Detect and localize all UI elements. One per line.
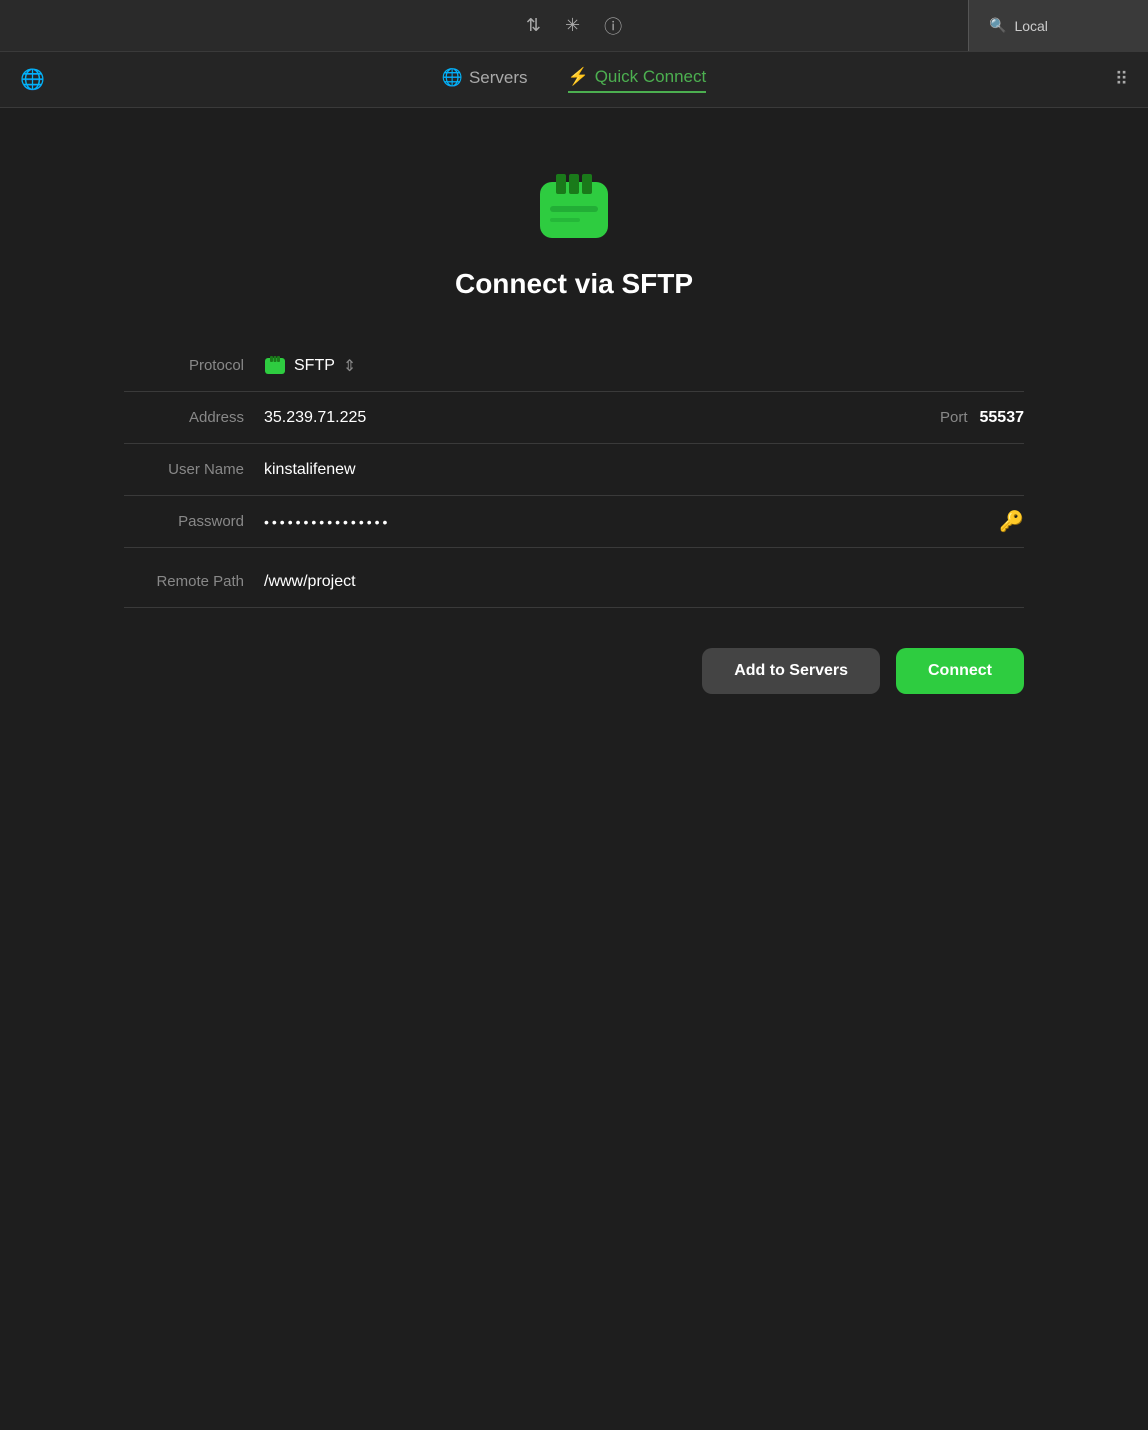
add-to-servers-button[interactable]: Add to Servers <box>702 648 880 694</box>
quick-connect-tab-label: Quick Connect <box>595 67 707 87</box>
address-value: Port 55537 <box>264 409 1024 427</box>
username-input[interactable] <box>264 461 1024 479</box>
tab-quick-connect[interactable]: ⚡ Quick Connect <box>568 67 707 93</box>
address-input[interactable] <box>264 409 930 427</box>
password-value: •••••••••••••••• 🔑 <box>264 514 1024 530</box>
sftp-icon <box>534 168 614 248</box>
remote-path-row: Remote Path <box>124 556 1024 608</box>
remote-path-value <box>264 573 1024 591</box>
lightning-icon: ⚡ <box>568 67 589 87</box>
titlebar: ⇅ ✳ ⓘ 🔍 Local <box>0 0 1148 52</box>
tabbar: 🌐 🌐 Servers ⚡ Quick Connect ⠿ <box>0 52 1148 108</box>
connect-button[interactable]: Connect <box>896 648 1024 694</box>
sftp-icon-wrapper <box>534 168 614 248</box>
grid-icon[interactable]: ⠿ <box>1115 69 1128 90</box>
key-icon[interactable]: 🔑 <box>999 509 1024 534</box>
local-search-icon: 🔍 <box>989 17 1006 34</box>
remote-path-input[interactable] <box>264 573 1024 591</box>
tab-servers[interactable]: 🌐 Servers <box>442 68 528 92</box>
password-dots: •••••••••••••••• <box>264 514 390 530</box>
port-label: Port <box>940 409 968 426</box>
password-row: Password •••••••••••••••• 🔑 <box>124 496 1024 548</box>
spinner-icon[interactable]: ✳ <box>565 15 580 36</box>
protocol-stepper[interactable]: ⇕ <box>343 356 356 376</box>
username-row: User Name <box>124 444 1024 496</box>
username-label: User Name <box>124 461 264 478</box>
transfer-icon[interactable]: ⇅ <box>526 15 541 36</box>
form-container: Protocol SFTP ⇕ Address <box>124 340 1024 608</box>
local-dropdown[interactable]: 🔍 Local <box>968 0 1148 51</box>
main-content: Connect via SFTP Protocol SFTP ⇕ <box>0 108 1148 754</box>
address-row: Address Port 55537 <box>124 392 1024 444</box>
address-label: Address <box>124 409 264 426</box>
protocol-name-value: SFTP <box>294 357 335 375</box>
protocol-value: SFTP ⇕ <box>264 355 1024 377</box>
protocol-label: Protocol <box>124 357 264 374</box>
servers-globe-icon: 🌐 <box>442 68 463 88</box>
password-label: Password <box>124 513 264 530</box>
remote-path-label: Remote Path <box>124 573 264 590</box>
info-icon[interactable]: ⓘ <box>604 13 622 39</box>
tab-group: 🌐 Servers ⚡ Quick Connect <box>442 67 706 93</box>
connect-title: Connect via SFTP <box>455 268 693 300</box>
protocol-selector[interactable]: SFTP ⇕ <box>264 355 356 377</box>
protocol-row: Protocol SFTP ⇕ <box>124 340 1024 392</box>
username-value <box>264 461 1024 479</box>
protocol-sftp-icon <box>264 355 286 377</box>
local-label: Local <box>1014 18 1047 34</box>
port-section: Port 55537 <box>940 409 1024 427</box>
button-row: Add to Servers Connect <box>124 648 1024 694</box>
port-value: 55537 <box>980 409 1025 427</box>
globe-icon-left[interactable]: 🌐 <box>20 67 45 92</box>
servers-tab-label: Servers <box>469 68 528 88</box>
